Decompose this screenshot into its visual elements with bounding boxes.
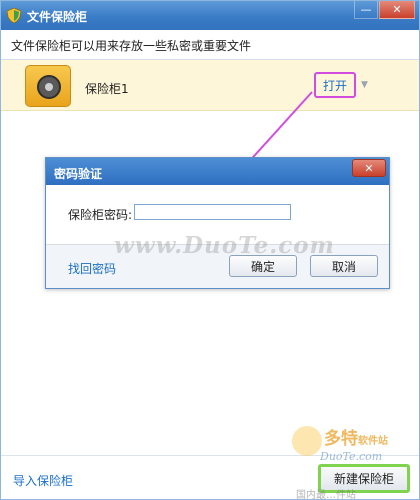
chevron-down-icon[interactable]: ▼	[361, 80, 368, 90]
window-subtitle: 文件保险柜可以用来存放一些私密或重要文件	[11, 39, 252, 53]
password-dialog: 密码验证 ✕ 保险柜密码: 找回密码 确定 取消	[45, 157, 390, 289]
close-icon[interactable]: ✕	[352, 159, 386, 177]
divider	[1, 455, 419, 456]
dialog-title-bar[interactable]: 密码验证 ✕	[46, 158, 389, 185]
shield-icon	[7, 8, 21, 23]
safe-dial-icon	[37, 75, 61, 99]
title-bar[interactable]: 文件保险柜 — ✕	[1, 1, 419, 30]
cancel-button[interactable]: 取消	[310, 255, 378, 277]
minimize-button[interactable]: —	[354, 1, 378, 19]
password-field[interactable]	[134, 204, 291, 220]
safe-icon	[25, 65, 71, 107]
dialog-body: 保险柜密码:	[46, 185, 389, 244]
safe-name: 保险柜1	[85, 82, 129, 96]
dialog-footer: 找回密码 确定 取消	[46, 244, 389, 288]
recover-password-link[interactable]: 找回密码	[68, 260, 116, 277]
password-label: 保险柜密码:	[68, 208, 133, 222]
dialog-title: 密码验证	[54, 167, 103, 181]
safe-list-item[interactable]: 保险柜1	[1, 60, 419, 111]
import-safe-link[interactable]: 导入保险柜	[13, 472, 73, 489]
close-window-button[interactable]: ✕	[379, 1, 415, 19]
open-safe-button[interactable]: 打开	[314, 72, 356, 98]
window-title: 文件保险柜	[27, 10, 88, 24]
window-controls: — ✕	[353, 1, 415, 21]
ok-button[interactable]: 确定	[229, 255, 297, 277]
new-safe-button[interactable]: 新建保险柜	[318, 464, 410, 493]
